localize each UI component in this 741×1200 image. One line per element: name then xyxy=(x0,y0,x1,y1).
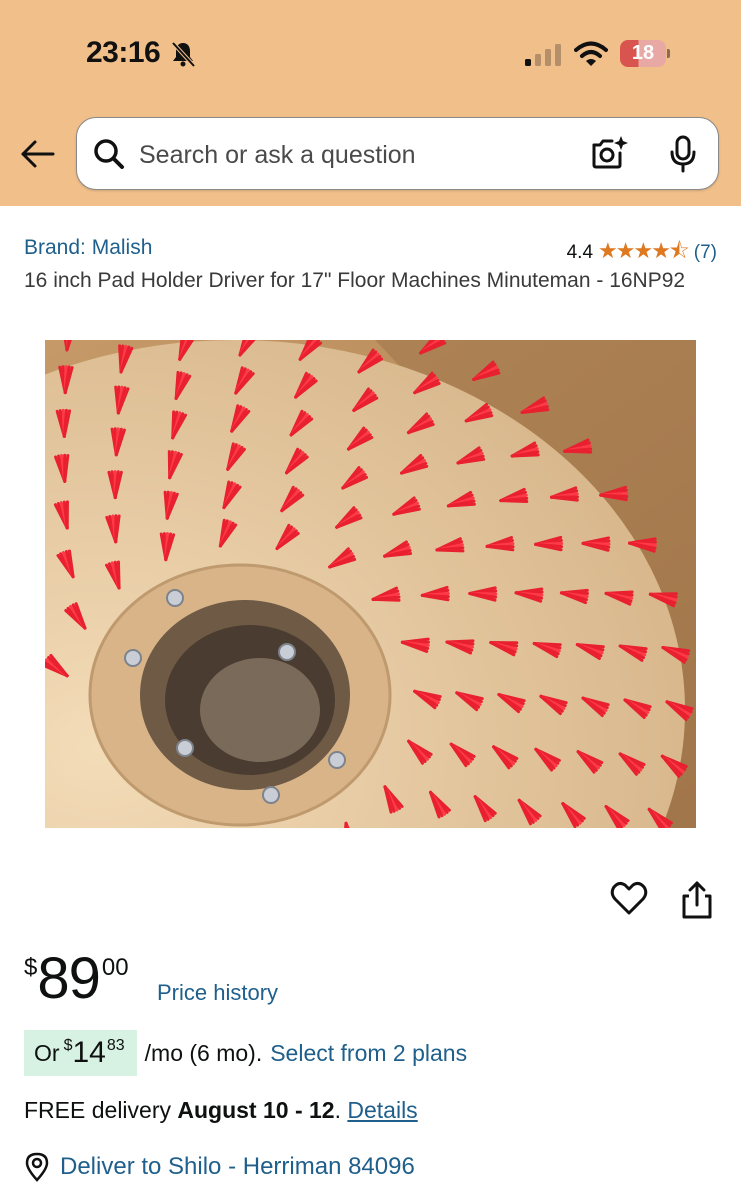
financing-offer: Or $ 14 83 /mo (6 mo). Select from 2 pla… xyxy=(24,1030,467,1076)
financing-whole: 14 xyxy=(72,1036,106,1069)
price-whole: 89 xyxy=(37,946,101,1011)
delivery-suffix: . xyxy=(334,1097,341,1123)
delivery-details-link[interactable]: Details xyxy=(347,1097,417,1123)
financing-badge: Or $ 14 83 xyxy=(24,1030,137,1076)
price: $ 89 00 xyxy=(24,948,129,1010)
financing-fraction: 83 xyxy=(106,1037,125,1054)
bell-slash-icon xyxy=(171,41,196,68)
back-arrow-icon[interactable] xyxy=(20,138,56,170)
delivery-info: FREE delivery August 10 - 12. Details xyxy=(24,1097,418,1124)
price-fraction: 00 xyxy=(101,954,129,981)
brand-link[interactable]: Brand: Malish xyxy=(24,236,152,260)
deliver-to-location[interactable]: Deliver to Shilo - Herriman 84096 xyxy=(24,1152,415,1182)
heart-icon[interactable] xyxy=(610,880,648,918)
select-plans-link[interactable]: Select from 2 plans xyxy=(270,1040,467,1067)
financing-term: /mo (6 mo). xyxy=(144,1039,263,1066)
signal-icon xyxy=(525,44,561,66)
battery-level: 18 xyxy=(631,42,655,64)
delivery-dates: August 10 - 12 xyxy=(177,1097,335,1123)
share-icon[interactable] xyxy=(680,880,714,920)
price-history-link[interactable]: Price history xyxy=(157,980,278,1006)
search-input[interactable]: Search or ask a question xyxy=(76,117,719,190)
brush-illustration xyxy=(45,340,696,828)
wifi-icon xyxy=(574,41,608,66)
delivery-prefix: FREE delivery xyxy=(24,1097,171,1123)
financing-currency: $ xyxy=(63,1037,73,1054)
product-image[interactable] xyxy=(45,340,696,828)
product-title: 16 inch Pad Holder Driver for 17" Floor … xyxy=(24,269,686,292)
location-pin-icon xyxy=(25,1152,49,1182)
deliver-to-text: Deliver to Shilo - Herriman 84096 xyxy=(60,1153,415,1180)
search-placeholder: Search or ask a question xyxy=(139,141,416,169)
battery-indicator: 18 xyxy=(620,40,670,67)
status-time: 23:16 xyxy=(86,36,161,69)
price-currency: $ xyxy=(24,954,38,981)
app-header: 23:16 18 Search or ask a question xyxy=(0,0,741,206)
rating-count[interactable]: (7) xyxy=(694,242,717,264)
battery-nub xyxy=(667,49,670,58)
microphone-icon[interactable] xyxy=(669,135,697,173)
rating-value: 4.4 xyxy=(566,242,594,263)
camera-lens-icon[interactable] xyxy=(590,135,628,171)
search-icon xyxy=(94,139,124,169)
financing-prefix: Or xyxy=(34,1039,60,1066)
